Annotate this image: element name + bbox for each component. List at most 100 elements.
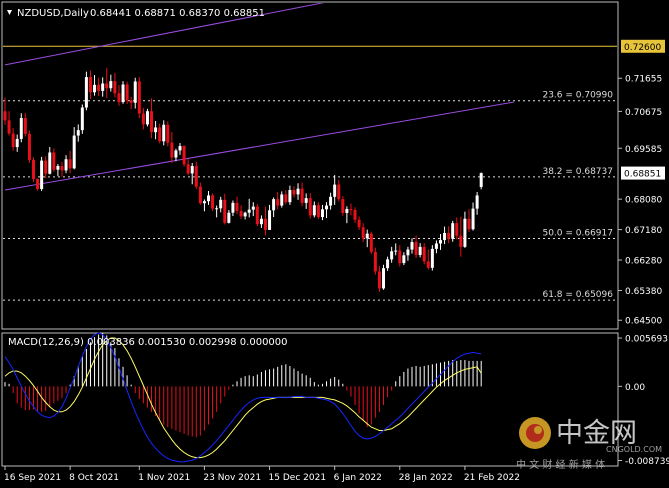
candle	[430, 245, 434, 271]
candle-body	[64, 159, 68, 171]
candle	[145, 108, 149, 127]
candle-body	[239, 210, 243, 217]
candle	[182, 145, 186, 167]
watermark-slogan: 中 文 财 经 新 媒 体	[516, 458, 605, 471]
candle-body	[447, 232, 451, 239]
candle-body	[7, 120, 11, 134]
candle-body	[451, 223, 455, 239]
candle-body	[320, 209, 324, 218]
candle-body	[150, 111, 154, 133]
candle-body	[202, 201, 206, 204]
candle	[31, 157, 35, 182]
price-tick-label: 0.66280	[625, 257, 662, 267]
candle-body	[345, 208, 349, 214]
candle-body	[121, 84, 125, 103]
macd-tick-label: 0.00	[625, 383, 645, 393]
fibo-label: 50.0 = 0.66917	[542, 228, 613, 238]
watermark-site-text: CNGOLD.COM	[606, 445, 662, 454]
fibo-label: 23.6 = 0.70990	[542, 91, 613, 101]
symbol-label: NZDUSD,Daily	[17, 8, 89, 19]
candle	[255, 203, 259, 227]
candle-body	[386, 259, 390, 269]
candle-body	[268, 210, 272, 230]
candle-body	[178, 146, 182, 151]
candle-body	[365, 233, 369, 239]
candle-body	[422, 246, 426, 262]
price-tick-label: 0.69585	[625, 145, 662, 155]
candle	[84, 71, 88, 111]
price-tick-label: 0.65380	[625, 287, 662, 297]
candle-body	[215, 208, 219, 210]
price-tick-label: 0.67180	[625, 226, 662, 236]
candle	[36, 178, 40, 191]
candle-body	[272, 199, 276, 211]
candle-body	[113, 81, 117, 94]
candle-body	[255, 206, 259, 225]
candle-body	[219, 199, 223, 209]
chart-background	[0, 0, 669, 484]
candle-body	[36, 178, 40, 190]
candle-body	[231, 202, 235, 213]
current-price-marker: 0.68851	[621, 166, 665, 180]
level-marker-label: 0.72600	[624, 43, 661, 53]
candle-body	[402, 255, 406, 264]
time-tick-label: 6 Jan 2022	[334, 473, 382, 483]
candle-body	[109, 81, 113, 89]
time-tick-label: 23 Nov 2021	[203, 473, 261, 483]
candle-body	[406, 249, 410, 256]
candle-body	[288, 190, 292, 203]
candle-body	[475, 195, 479, 209]
candle-body	[137, 81, 141, 114]
candle-body	[162, 124, 166, 142]
candle-body	[97, 84, 101, 91]
candle-body	[44, 160, 48, 174]
candle-body	[48, 152, 52, 174]
candle-body	[80, 107, 84, 131]
candle-body	[479, 173, 483, 187]
candle-body	[105, 83, 109, 89]
candle-body	[129, 100, 133, 103]
candle-body	[158, 127, 162, 142]
candle	[166, 121, 170, 147]
candle-body	[76, 130, 80, 136]
candle-body	[337, 184, 341, 200]
candle-body	[341, 199, 345, 214]
candle-body	[300, 188, 304, 203]
candle-body	[56, 166, 60, 170]
candle-body	[459, 235, 463, 247]
candle	[121, 81, 125, 104]
candle	[369, 231, 373, 254]
candle-body	[186, 164, 190, 174]
candle-body	[333, 184, 337, 197]
macd-label: MACD(12,26,9) 0.003836 0.001530 0.002998…	[8, 337, 288, 348]
candle-body	[84, 77, 88, 108]
macd-tick-label: -0.008739	[625, 457, 669, 467]
candle-body	[369, 233, 373, 252]
candle-body	[182, 146, 186, 165]
candle-body	[276, 199, 280, 206]
candle	[479, 172, 483, 190]
candle-body	[52, 152, 56, 170]
candle-body	[361, 227, 365, 239]
candle-body	[68, 159, 72, 169]
candle-body	[141, 113, 145, 125]
candle-body	[88, 77, 92, 93]
candle-body	[251, 206, 255, 210]
candle-body	[40, 160, 44, 190]
candle	[451, 220, 455, 242]
candle-body	[357, 219, 361, 228]
ohlc-values: 0.68441 0.68871 0.68370 0.68851	[90, 8, 265, 19]
price-tick-label: 0.70675	[625, 108, 662, 118]
candle-body	[145, 111, 149, 125]
time-tick-label: 16 Sep 2021	[4, 473, 61, 483]
candle-body	[418, 246, 422, 255]
candle-body	[349, 208, 353, 210]
candle-body	[3, 111, 7, 121]
candle-body	[308, 198, 312, 216]
candle-body	[398, 250, 402, 264]
candle-body	[117, 93, 121, 103]
time-tick-label: 1 Nov 2021	[138, 473, 190, 483]
candle-body	[394, 250, 398, 252]
candle-body	[471, 208, 475, 230]
candle-body	[284, 194, 288, 203]
